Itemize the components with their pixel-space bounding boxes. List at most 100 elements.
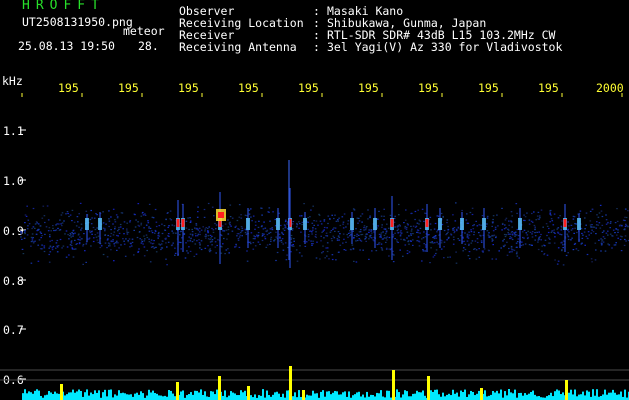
noise-pixel xyxy=(25,215,28,217)
noise-pixel xyxy=(377,225,379,227)
noise-pixel xyxy=(510,247,513,249)
noise-pixel xyxy=(389,249,392,251)
noise-pixel xyxy=(227,226,230,228)
histogram-bar xyxy=(192,394,194,400)
noise-pixel xyxy=(235,243,237,245)
histogram-peak xyxy=(176,382,179,400)
noise-pixel xyxy=(504,244,506,246)
noise-pixel xyxy=(200,248,203,251)
histogram-bar xyxy=(556,389,558,400)
noise-pixel xyxy=(380,232,383,234)
noise-pixel xyxy=(614,244,617,246)
noise-pixel xyxy=(313,220,315,222)
noise-pixel xyxy=(506,254,509,256)
noise-pixel xyxy=(259,243,261,245)
noise-pixel xyxy=(95,236,98,238)
noise-pixel xyxy=(536,215,539,217)
noise-pixel xyxy=(333,217,335,220)
histogram-bar xyxy=(162,396,164,400)
noise-pixel xyxy=(209,248,211,250)
noise-pixel xyxy=(296,260,299,262)
noise-pixel xyxy=(140,224,142,226)
noise-pixel xyxy=(112,223,114,225)
noise-pixel xyxy=(515,253,518,255)
noise-pixel xyxy=(473,234,475,236)
noise-pixel xyxy=(104,230,106,232)
noise-pixel xyxy=(424,236,427,238)
noise-pixel xyxy=(491,225,493,227)
noise-pixel xyxy=(198,242,201,244)
noise-pixel xyxy=(45,226,48,228)
noise-pixel xyxy=(607,230,609,232)
noise-pixel xyxy=(275,231,277,233)
noise-pixel xyxy=(369,236,372,238)
noise-pixel xyxy=(63,220,65,222)
noise-pixel xyxy=(625,223,627,225)
noise-pixel xyxy=(412,225,415,227)
noise-pixel xyxy=(434,242,436,244)
noise-pixel xyxy=(320,240,322,242)
noise-pixel xyxy=(501,222,504,225)
noise-pixel xyxy=(165,242,167,244)
noise-pixel xyxy=(94,234,97,236)
noise-pixel xyxy=(339,224,342,227)
noise-pixel xyxy=(90,209,92,212)
noise-pixel xyxy=(525,232,528,234)
noise-pixel xyxy=(607,243,609,245)
noise-pixel xyxy=(65,256,68,258)
noise-pixel xyxy=(37,229,40,231)
noise-pixel xyxy=(562,247,564,249)
noise-pixel xyxy=(336,238,339,240)
histogram-peak xyxy=(565,380,568,400)
noise-pixel xyxy=(614,232,616,234)
noise-pixel xyxy=(90,231,93,233)
noise-pixel xyxy=(307,228,309,230)
noise-pixel xyxy=(311,233,313,235)
noise-pixel xyxy=(531,236,534,238)
noise-pixel xyxy=(79,236,81,238)
noise-pixel xyxy=(32,207,35,210)
noise-pixel xyxy=(624,208,627,210)
noise-pixel xyxy=(422,250,425,252)
noise-pixel xyxy=(293,240,295,242)
noise-pixel xyxy=(467,237,470,239)
noise-pixel xyxy=(492,244,494,246)
noise-pixel xyxy=(68,254,70,256)
noise-pixel xyxy=(533,224,536,227)
histogram-bar xyxy=(546,396,548,400)
noise-pixel xyxy=(250,208,252,210)
noise-pixel xyxy=(174,252,177,254)
noise-pixel xyxy=(71,209,74,211)
noise-pixel xyxy=(511,215,513,217)
noise-pixel xyxy=(440,242,443,244)
noise-pixel xyxy=(154,232,156,234)
noise-pixel xyxy=(598,222,601,224)
noise-pixel xyxy=(503,245,505,248)
noise-pixel xyxy=(554,236,556,238)
noise-pixel xyxy=(587,231,590,233)
noise-pixel xyxy=(356,217,359,219)
noise-pixel xyxy=(336,239,339,241)
noise-pixel xyxy=(433,236,436,238)
noise-pixel xyxy=(359,229,362,231)
histogram-bar xyxy=(212,391,214,400)
noise-pixel xyxy=(158,231,160,234)
noise-pixel xyxy=(397,232,399,234)
histogram-bar xyxy=(22,393,24,400)
histogram-bar xyxy=(32,393,34,400)
noise-pixel xyxy=(24,222,26,224)
noise-pixel xyxy=(516,255,519,257)
noise-pixel xyxy=(443,229,446,232)
noise-pixel xyxy=(424,250,426,252)
noise-pixel xyxy=(368,235,371,237)
noise-pixel xyxy=(589,220,592,222)
noise-pixel xyxy=(196,216,199,218)
noise-pixel xyxy=(331,258,334,261)
noise-pixel xyxy=(338,239,340,241)
noise-pixel xyxy=(430,242,432,244)
noise-pixel xyxy=(418,240,420,242)
noise-pixel xyxy=(292,220,295,223)
noise-pixel xyxy=(285,219,287,221)
noise-pixel xyxy=(381,249,384,251)
noise-pixel xyxy=(52,225,54,227)
